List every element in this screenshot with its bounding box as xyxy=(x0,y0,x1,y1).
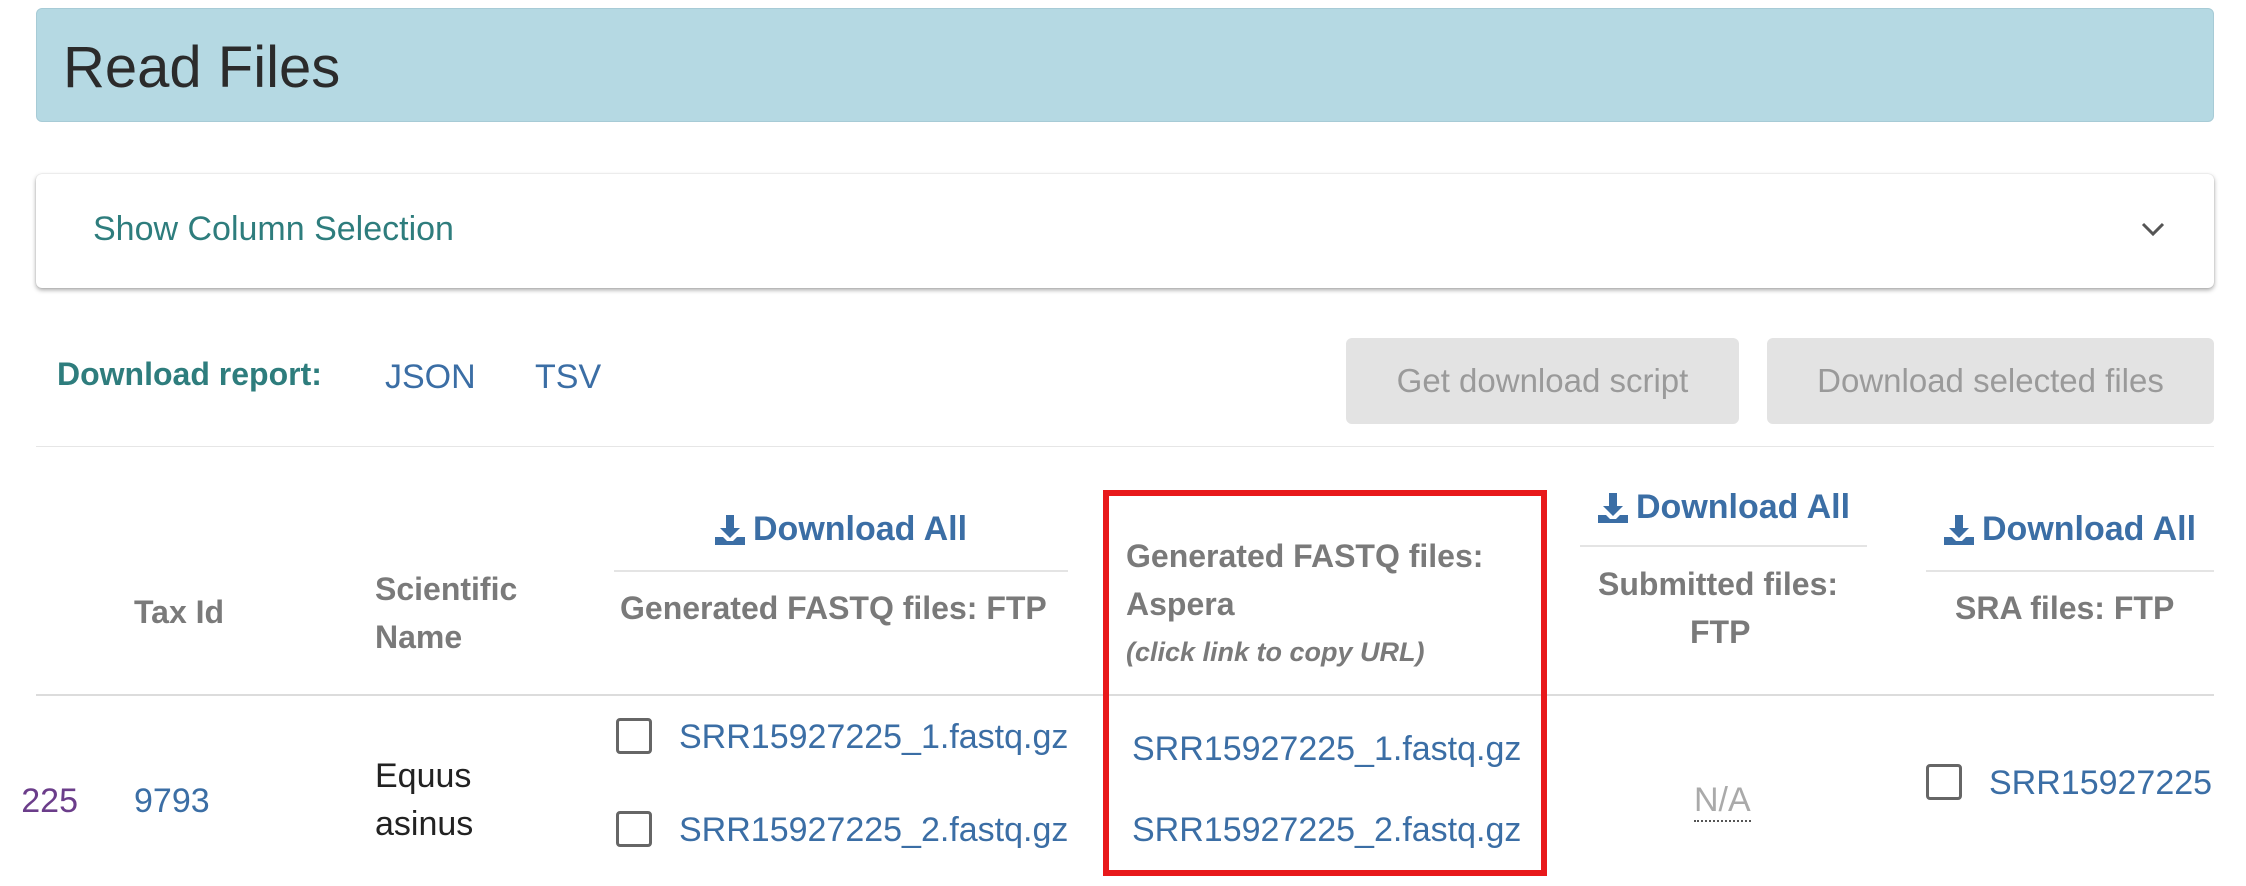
download-json-link[interactable]: JSON xyxy=(385,358,476,397)
download-icon xyxy=(1944,514,1974,545)
download-icon xyxy=(715,514,745,545)
fastq-ftp-link-2[interactable]: SRR15927225_2.fastq.gz xyxy=(679,811,1068,850)
run-accession-link[interactable]: 225 xyxy=(0,782,78,821)
download-all-sra[interactable]: Download All xyxy=(1942,510,2196,549)
download-all-submitted[interactable]: Download All xyxy=(1596,488,1850,527)
fastq-ftp-link-1[interactable]: SRR15927225_1.fastq.gz xyxy=(679,718,1068,757)
scientific-name-1: Equus xyxy=(375,757,472,795)
download-all-fastq-ftp[interactable]: Download All xyxy=(713,510,967,549)
show-column-selection-toggle[interactable]: Show Column Selection xyxy=(36,174,2214,288)
column-selection-label: Show Column Selection xyxy=(93,210,454,248)
th-tax-id: Tax Id xyxy=(134,594,225,630)
get-download-script-button[interactable]: Get download script xyxy=(1346,338,1739,424)
divider xyxy=(614,570,1068,572)
download-all-label: Download All xyxy=(753,510,968,548)
th-scientific-name-2: Name xyxy=(375,619,463,655)
download-report-label: Download report: xyxy=(57,356,322,392)
th-submitted-2: FTP xyxy=(1690,614,1751,650)
page-title: Read Files xyxy=(63,35,341,100)
select-fastq-ftp-1-checkbox[interactable] xyxy=(616,718,652,754)
tax-id-link[interactable]: 9793 xyxy=(134,782,210,821)
th-scientific-name-1: Scientific xyxy=(375,571,518,607)
divider xyxy=(1580,545,1867,547)
download-icon xyxy=(1598,492,1628,523)
read-files-header: Read Files xyxy=(36,8,2214,122)
aspera-column-highlight xyxy=(1103,490,1547,876)
download-tsv-link[interactable]: TSV xyxy=(535,358,601,397)
sra-ftp-link[interactable]: SRR15927225 xyxy=(1989,764,2212,803)
chevron-down-icon xyxy=(2141,222,2165,237)
th-fastq-ftp: Generated FASTQ files: FTP xyxy=(620,590,1047,626)
download-selected-files-button[interactable]: Download selected files xyxy=(1767,338,2214,424)
download-all-label: Download All xyxy=(1636,488,1851,526)
select-sra-checkbox[interactable] xyxy=(1926,764,1962,800)
select-fastq-ftp-2-checkbox[interactable] xyxy=(616,811,652,847)
th-submitted-1: Submitted files: xyxy=(1598,566,1839,602)
th-sra-ftp: SRA files: FTP xyxy=(1955,590,2175,626)
divider xyxy=(36,446,2214,447)
divider xyxy=(1926,570,2214,572)
download-all-label: Download All xyxy=(1982,510,2197,548)
submitted-files-na: N/A xyxy=(1694,780,1751,822)
scientific-name-2: asinus xyxy=(375,805,474,843)
